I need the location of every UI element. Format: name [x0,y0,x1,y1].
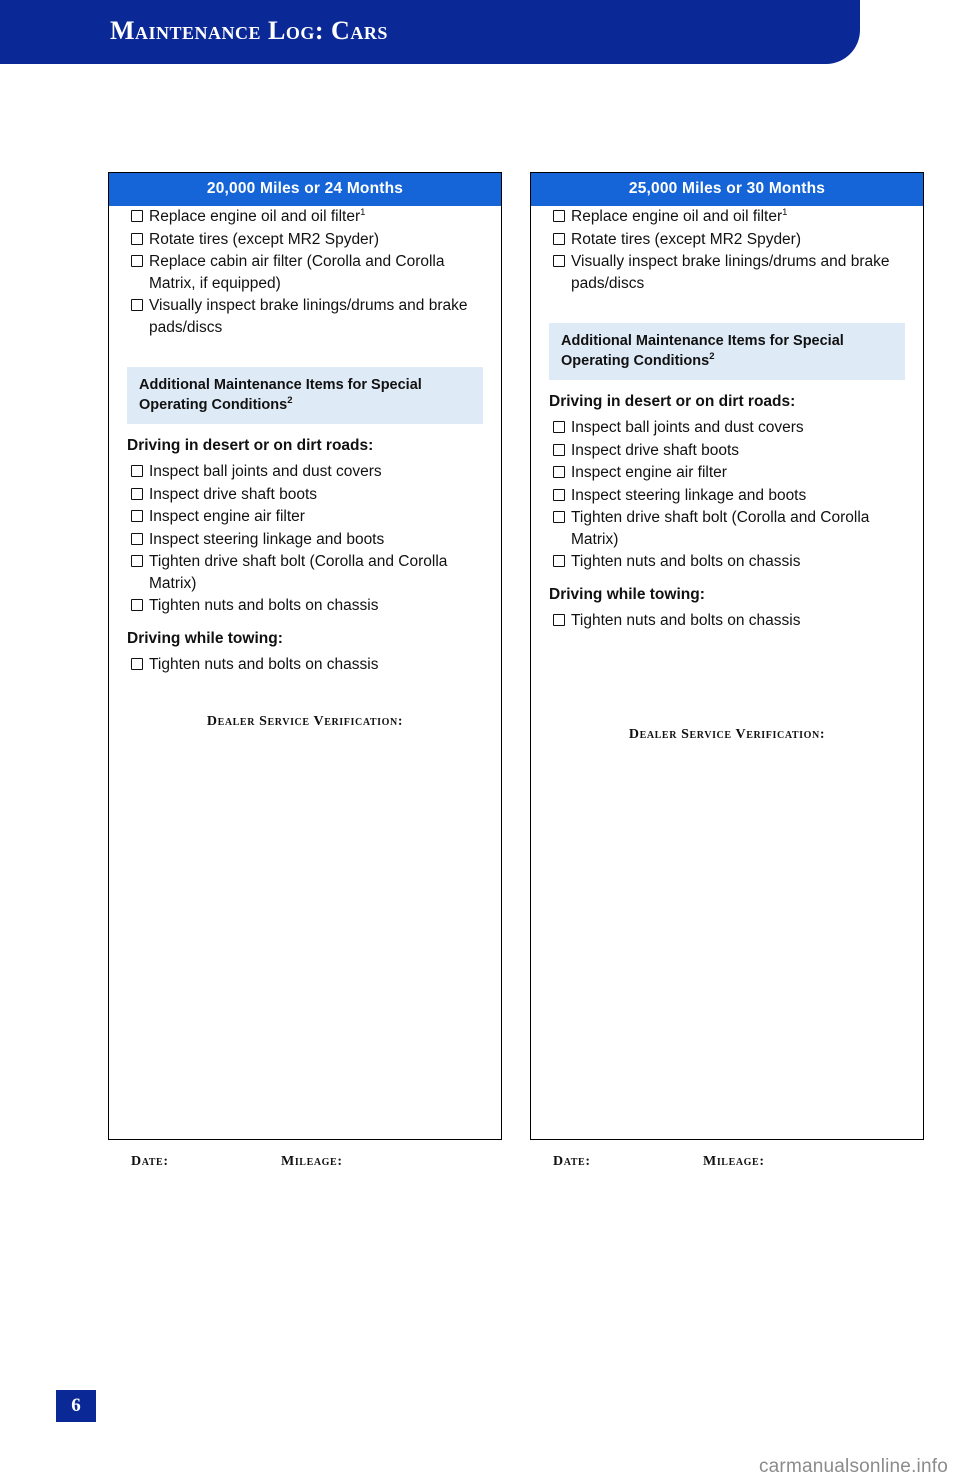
checkbox-icon[interactable] [553,255,565,267]
band-line-1: Additional Maintenance Items for Special [139,377,422,393]
band-line-2: Operating Conditions [561,353,710,369]
checkbox-icon[interactable] [553,421,565,433]
desert-checklist: Inspect ball joints and dust covers Insp… [109,461,501,617]
desert-checklist: Inspect ball joints and dust covers Insp… [531,417,923,573]
date-label: Date: [553,1154,591,1169]
list-item[interactable]: Inspect steering linkage and boots [109,529,501,551]
footnote-marker: 1 [782,206,788,218]
list-item[interactable]: Inspect steering linkage and boots [531,485,923,507]
list-item-label: Rotate tires (except MR2 Spyder) [149,230,380,248]
list-item-label: Tighten drive shaft bolt (Corolla and Co… [571,509,870,548]
maintenance-card-25000: 25,000 Miles or 30 Months Replace engine… [530,172,924,1169]
maintenance-card-20000: 20,000 Miles or 24 Months Replace engine… [108,172,502,1169]
checkbox-icon[interactable] [553,488,565,501]
list-item-label: Replace engine oil and oil filter [149,208,361,225]
site-watermark: carmanualsonline.info [758,1456,948,1477]
page-title: Maintenance Log: Cars [110,16,388,45]
list-item-label: Tighten nuts and bolts on chassis [571,553,801,570]
checkbox-icon[interactable] [553,210,565,222]
checkbox-icon[interactable] [131,532,143,545]
checkbox-icon[interactable] [131,555,143,567]
special-conditions-band: Additional Maintenance Items for Special… [549,323,905,380]
checkbox-icon[interactable] [131,465,143,477]
mileage-label: Mileage: [281,1154,343,1169]
checkbox-icon[interactable] [553,232,565,245]
footnote-marker: 2 [287,395,293,407]
checkbox-icon[interactable] [131,657,143,670]
dealer-service-verification-label: Dealer Service Verification: [206,714,404,729]
checkbox-icon[interactable] [553,443,565,456]
card-body: Replace engine oil and oil filter1 Rotat… [109,206,501,1172]
list-item-label: Visually inspect brake linings/drums and… [149,297,468,336]
list-item[interactable]: Inspect ball joints and dust covers [531,417,923,439]
list-item-label: Inspect drive shaft boots [149,485,318,503]
list-item-label: Tighten nuts and bolts on chassis [149,597,379,614]
band-line-1: Additional Maintenance Items for Special [561,333,844,349]
page-number: 6 [56,1390,96,1422]
towing-checklist: Tighten nuts and bolts on chassis [531,610,923,632]
list-item-label: Visually inspect brake linings/drums and… [571,253,890,292]
list-item[interactable]: Inspect engine air filter [109,506,501,528]
date-label: Date: [131,1154,169,1169]
list-item-label: Inspect drive shaft boots [571,441,740,459]
footnote-marker: 1 [360,206,366,218]
list-item[interactable]: Inspect drive shaft boots [109,484,501,506]
list-item[interactable]: Tighten nuts and bolts on chassis [531,610,923,632]
list-item-label: Tighten nuts and bolts on chassis [571,611,801,629]
checkbox-icon[interactable] [131,255,143,267]
list-item-label: Inspect steering linkage and boots [149,530,385,548]
list-item[interactable]: Inspect drive shaft boots [531,440,923,462]
primary-checklist: Replace engine oil and oil filter1 Rotat… [109,206,501,338]
checkbox-icon[interactable] [131,210,143,222]
list-item-label: Inspect ball joints and dust covers [571,419,804,436]
list-item[interactable]: Tighten nuts and bolts on chassis [531,551,923,573]
card-heading: 20,000 Miles or 24 Months [109,173,501,206]
list-item[interactable]: Rotate tires (except MR2 Spyder) [531,229,923,251]
list-item[interactable]: Rotate tires (except MR2 Spyder) [109,229,501,251]
subheading-desert: Driving in desert or on dirt roads: [127,437,374,454]
list-item-label: Inspect steering linkage and boots [571,486,807,504]
checkbox-icon[interactable] [553,555,565,567]
list-item[interactable]: Visually inspect brake linings/drums and… [531,251,923,294]
checkbox-icon[interactable] [131,487,143,500]
list-item[interactable]: Replace engine oil and oil filter1 [109,206,501,228]
list-item-label: Inspect engine air filter [149,508,305,525]
list-item-label: Tighten nuts and bolts on chassis [149,655,379,673]
footnote-marker: 2 [709,351,715,363]
special-conditions-band: Additional Maintenance Items for Special… [127,367,483,424]
list-item[interactable]: Replace engine oil and oil filter1 [531,206,923,228]
list-item[interactable]: Tighten drive shaft bolt (Corolla and Co… [109,551,501,594]
list-item-label: Rotate tires (except MR2 Spyder) [571,230,802,248]
card-body: Replace engine oil and oil filter1 Rotat… [531,206,923,1172]
primary-checklist: Replace engine oil and oil filter1 Rotat… [531,206,923,294]
mileage-label: Mileage: [703,1154,765,1169]
list-item[interactable]: Inspect ball joints and dust covers [109,461,501,483]
subheading-desert: Driving in desert or on dirt roads: [549,393,796,410]
list-item-label: Replace cabin air filter (Corolla and Co… [149,253,445,292]
checkbox-icon[interactable] [553,466,565,478]
checkbox-icon[interactable] [131,599,143,611]
towing-checklist: Tighten nuts and bolts on chassis [109,654,501,676]
checkbox-icon[interactable] [131,299,143,311]
list-item[interactable]: Tighten drive shaft bolt (Corolla and Co… [531,507,923,550]
list-item-label: Inspect engine air filter [571,464,727,481]
list-item[interactable]: Tighten nuts and bolts on chassis [109,654,501,676]
checkbox-icon[interactable] [553,613,565,626]
list-item-label: Inspect ball joints and dust covers [149,463,382,480]
checkbox-icon[interactable] [131,510,143,522]
dealer-service-verification-label: Dealer Service Verification: [628,727,826,742]
subheading-towing: Driving while towing: [549,585,705,603]
card-heading: 25,000 Miles or 30 Months [531,173,923,206]
checkbox-icon[interactable] [131,232,143,245]
list-item[interactable]: Replace cabin air filter (Corolla and Co… [109,251,501,294]
list-item-label: Tighten drive shaft bolt (Corolla and Co… [149,553,448,592]
list-item[interactable]: Visually inspect brake linings/drums and… [109,295,501,338]
list-item[interactable]: Inspect engine air filter [531,462,923,484]
list-item-label: Replace engine oil and oil filter [571,208,783,225]
list-item[interactable]: Tighten nuts and bolts on chassis [109,595,501,617]
subheading-towing: Driving while towing: [127,629,283,647]
checkbox-icon[interactable] [553,511,565,523]
page-header-banner: Maintenance Log: Cars [0,0,860,64]
band-line-2: Operating Conditions [139,397,288,413]
